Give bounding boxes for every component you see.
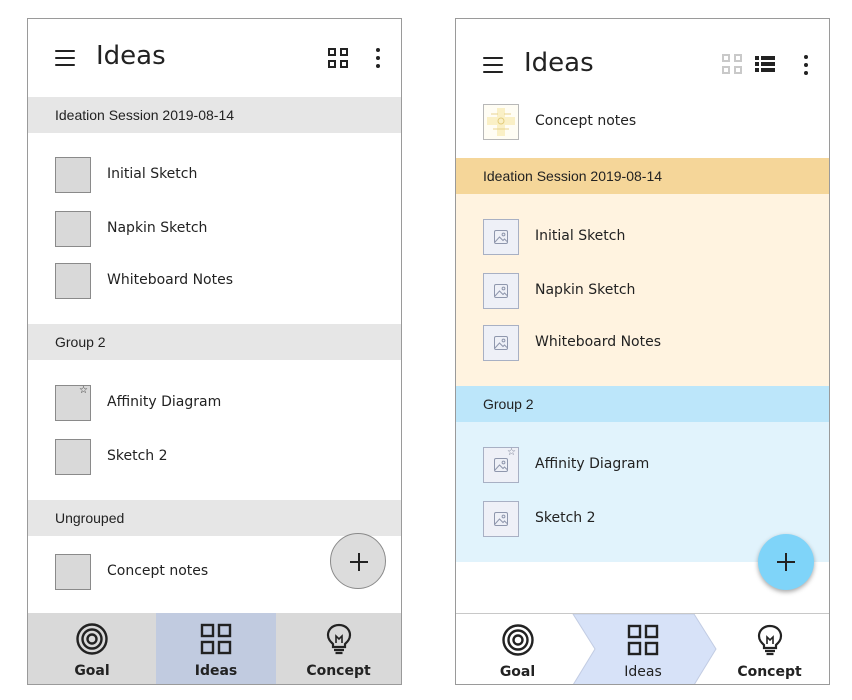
app-bar: Ideas [456,19,829,97]
page-title: Ideas [96,41,166,71]
image-thumbnail [55,554,91,590]
list-item[interactable]: Whiteboard Notes [456,323,829,363]
image-thumbnail [483,501,519,537]
add-button[interactable] [758,534,814,590]
list-item[interactable]: ☆ Affinity Diagram [28,383,401,423]
section-header: Ungrouped [28,500,401,536]
item-label: Affinity Diagram [107,394,222,410]
list-item[interactable]: Napkin Sketch [28,209,401,249]
item-label: Affinity Diagram [535,456,650,472]
list-item[interactable]: Concept notes [456,102,829,142]
image-thumbnail [55,439,91,475]
image-thumbnail: ☆ [55,385,91,421]
image-placeholder-icon [494,336,508,350]
more-vert-icon[interactable] [374,48,382,70]
list-item[interactable]: Initial Sketch [28,155,401,195]
lightbulb-icon [757,624,782,656]
nav-label: Goal [499,664,536,680]
list-item[interactable]: Initial Sketch [456,217,829,257]
image-placeholder-icon [494,512,508,526]
nav-item-goal[interactable]: Goal [28,613,156,684]
item-label: Initial Sketch [535,228,626,244]
nav-item-concept[interactable]: Concept [276,613,401,684]
star-icon[interactable]: ☆ [507,448,516,458]
item-label: Whiteboard Notes [535,334,662,350]
grid-view-icon[interactable] [328,48,348,68]
image-thumbnail [483,325,519,361]
nav-label: Goal [74,663,110,679]
nav-label: Concept [737,664,802,680]
list-item[interactable]: Sketch 2 [28,437,401,477]
image-thumbnail: ☆ [483,447,519,483]
nav-label: Concept [306,663,371,679]
section-header: Group 2 [456,386,829,422]
nav-item-ideas[interactable]: Ideas [586,614,700,684]
grid-view-icon[interactable] [722,54,742,74]
nav-label: Ideas [194,663,238,679]
phone-b-colored: Ideas Concept notes Ideation Session 201… [455,18,830,685]
item-label: Whiteboard Notes [107,272,234,288]
menu-icon[interactable] [55,50,75,66]
list-item[interactable]: ☆ Affinity Diagram [456,445,829,485]
image-thumbnail [55,263,91,299]
more-vert-icon[interactable] [802,55,810,77]
grid-icon [627,624,659,656]
image-thumbnail [483,219,519,255]
section-header: Ideation Session 2019-08-14 [456,158,829,194]
image-placeholder-icon [494,230,508,244]
target-icon [501,624,534,656]
grid-icon [200,623,232,655]
item-label: Sketch 2 [535,510,596,526]
phone-a-wireframe: Ideas Ideation Session 2019-08-14 Initia… [27,18,402,685]
item-label: Initial Sketch [107,166,198,182]
bottom-navigation: Goal Ideas Concept [456,613,829,684]
image-thumbnail [483,273,519,309]
nav-item-goal[interactable]: Goal [456,614,579,684]
nav-item-concept[interactable]: Concept [708,614,829,684]
section-header: Ideation Session 2019-08-14 [28,97,401,133]
bottom-navigation: Goal Ideas Concept [28,613,401,684]
lightbulb-icon [326,623,351,655]
image-placeholder-icon [494,458,508,472]
item-label: Concept notes [535,113,637,129]
concept-thumbnail [483,104,519,140]
image-thumbnail [55,211,91,247]
nav-item-ideas[interactable]: Ideas [156,613,276,684]
list-item[interactable]: Whiteboard Notes [28,261,401,301]
menu-icon[interactable] [483,57,503,73]
star-icon[interactable]: ☆ [79,386,88,396]
list-item[interactable]: Napkin Sketch [456,271,829,311]
list-item[interactable]: Sketch 2 [456,499,829,539]
list-view-icon[interactable] [755,56,775,72]
nav-label: Ideas [624,664,662,680]
app-bar: Ideas [28,19,401,97]
image-thumbnail [55,157,91,193]
item-label: Napkin Sketch [107,220,208,236]
page-title: Ideas [524,48,594,78]
section-header: Group 2 [28,324,401,360]
add-button[interactable] [330,533,386,589]
image-placeholder-icon [494,284,508,298]
target-icon [76,623,108,655]
item-label: Sketch 2 [107,448,168,464]
item-label: Napkin Sketch [535,282,636,298]
item-label: Concept notes [107,563,209,579]
